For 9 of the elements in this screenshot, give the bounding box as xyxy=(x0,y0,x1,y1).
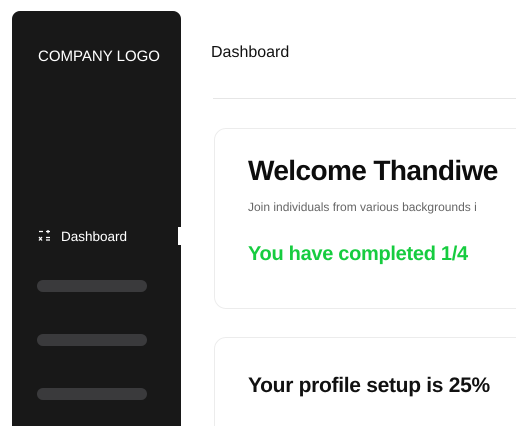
welcome-subtitle: Join individuals from various backgrounds i xyxy=(248,200,478,214)
calculator-icon xyxy=(38,230,51,242)
progress-text: You have completed 1/4 xyxy=(248,243,469,266)
page-title: Dashboard xyxy=(211,44,290,62)
profile-title: Your profile setup is 25% xyxy=(248,374,491,398)
active-indicator xyxy=(178,227,182,245)
welcome-title: Welcome Thandiwe xyxy=(248,154,499,188)
company-logo: COMPANY LOGO xyxy=(38,48,161,66)
nav-item[interactable]: Dashboard xyxy=(38,227,181,245)
